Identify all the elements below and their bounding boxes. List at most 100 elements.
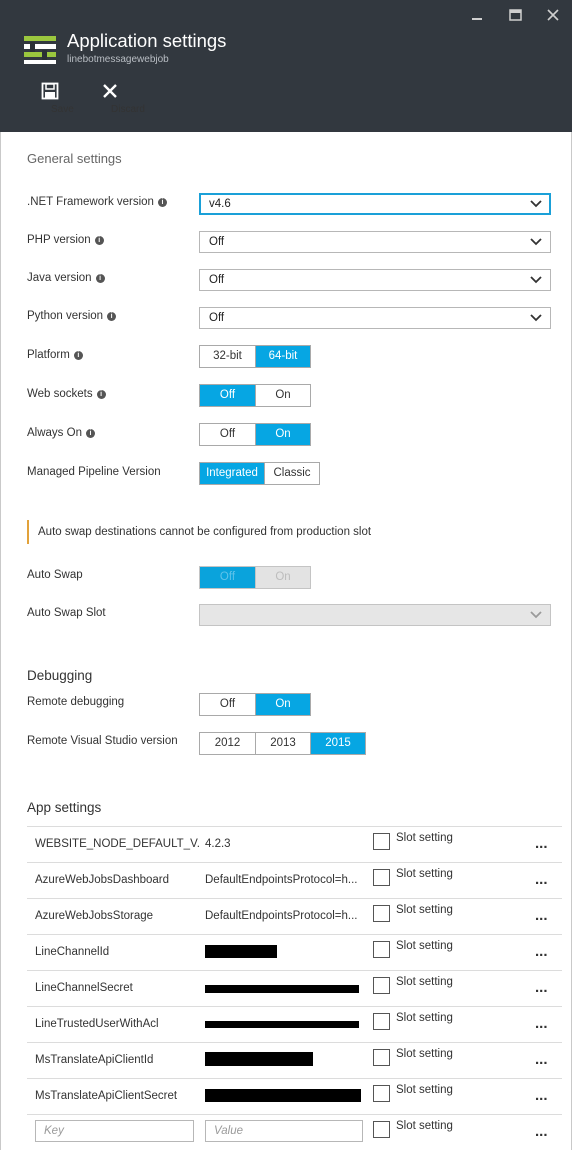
more-icon[interactable]: ... [535,1015,548,1032]
pipeline-integrated-option[interactable]: Integrated [200,463,264,484]
setting-key[interactable]: MsTranslateApiClientId [35,1054,199,1066]
more-icon[interactable]: ... [535,907,548,924]
minimize-icon[interactable] [458,0,496,30]
vs-version-2015-option[interactable]: 2015 [310,733,365,754]
app-settings-icon [24,36,56,64]
save-label: Save [51,104,74,115]
platform-32bit-option[interactable]: 32-bit [200,346,255,367]
table-row: AzureWebJobsDashboard DefaultEndpointsPr… [27,862,562,898]
table-row: MsTranslateApiClientId Slot setting ... [27,1042,562,1078]
slot-setting-checkbox[interactable] [373,1085,390,1102]
pipeline-classic-option[interactable]: Classic [264,463,319,484]
slot-setting-checkbox[interactable] [373,1049,390,1066]
chevron-down-icon [530,314,542,322]
pipeline-label: Managed Pipeline Version [27,466,161,478]
debugging-heading: Debugging [27,668,93,683]
close-icon [85,80,135,102]
info-icon[interactable]: i [107,312,117,321]
slot-setting-label: Slot setting [396,1012,453,1024]
chevron-down-icon [530,200,542,208]
setting-key[interactable]: WEBSITE_NODE_DEFAULT_V... [35,838,199,850]
new-value-input[interactable] [205,1120,363,1142]
vs-version-toggle: 2012 2013 2015 [199,732,366,755]
chevron-down-icon [530,238,542,246]
slot-setting-checkbox[interactable] [373,905,390,922]
remote-debugging-off-option[interactable]: Off [200,694,255,715]
auto-swap-on-option: On [255,567,310,588]
slot-setting-label: Slot setting [396,1084,453,1096]
auto-swap-slot-label: Auto Swap Slot [27,607,106,619]
table-row-new: Slot setting ... [27,1114,562,1150]
vs-version-2013-option[interactable]: 2013 [255,733,310,754]
setting-key[interactable]: MsTranslateApiClientSecret [35,1090,199,1102]
setting-key[interactable]: LineTrustedUserWithAcl [35,1018,199,1030]
java-version-select[interactable]: Off [199,269,551,291]
vs-version-label: Remote Visual Studio version [27,735,178,747]
always-on-on-option[interactable]: On [255,424,310,445]
setting-key[interactable]: LineChannelId [35,946,199,958]
always-on-label: Always On i [27,427,95,439]
remote-debugging-label: Remote debugging [27,696,125,708]
info-icon[interactable]: i [157,198,167,207]
slot-setting-checkbox[interactable] [373,941,390,958]
more-icon[interactable]: ... [535,943,548,960]
slot-setting-checkbox[interactable] [373,977,390,994]
save-button[interactable]: Save [25,80,75,115]
save-icon [25,80,75,102]
setting-value[interactable]: DefaultEndpointsProtocol=h... [205,910,367,922]
blade-title: Application settings [67,30,227,51]
setting-value[interactable]: DefaultEndpointsProtocol=h... [205,874,367,886]
php-version-value: Off [209,236,225,248]
more-icon[interactable]: ... [535,871,548,888]
always-on-off-option[interactable]: Off [200,424,255,445]
discard-button[interactable]: Discard [85,80,145,115]
more-icon[interactable]: ... [535,835,548,852]
web-sockets-on-option[interactable]: On [255,385,310,406]
net-framework-value: v4.6 [209,198,231,210]
close-icon[interactable] [534,0,572,30]
more-icon[interactable]: ... [535,1087,548,1104]
remote-debugging-on-option[interactable]: On [255,694,310,715]
chevron-down-icon [530,276,542,284]
auto-swap-label: Auto Swap [27,569,83,581]
setting-key[interactable]: AzureWebJobsDashboard [35,874,199,886]
setting-key[interactable]: AzureWebJobsStorage [35,910,199,922]
info-icon[interactable]: i [95,274,105,283]
info-icon[interactable]: i [85,429,95,438]
app-settings-heading: App settings [27,800,102,815]
table-row: LineChannelId Slot setting ... [27,934,562,970]
vs-version-2012-option[interactable]: 2012 [200,733,255,754]
maximize-icon[interactable] [496,0,534,30]
php-version-select[interactable]: Off [199,231,551,253]
net-framework-select[interactable]: v4.6 [199,193,551,215]
net-framework-label: .NET Framework version i [27,196,167,208]
blade-subtitle: linebotmessagewebjob [67,54,169,65]
platform-64bit-option[interactable]: 64-bit [255,346,310,367]
redacted-value [205,985,359,993]
setting-value[interactable]: 4.2.3 [205,838,367,850]
python-version-label: Python version i [27,310,117,322]
info-icon[interactable]: i [96,390,106,399]
web-sockets-label: Web sockets i [27,388,106,400]
more-icon[interactable]: ... [535,1123,548,1140]
slot-setting-checkbox[interactable] [373,869,390,886]
more-icon[interactable]: ... [535,1051,548,1068]
redacted-value [205,1021,359,1028]
slot-setting-label: Slot setting [396,940,453,952]
info-icon[interactable]: i [94,236,104,245]
web-sockets-off-option[interactable]: Off [200,385,255,406]
slot-setting-checkbox[interactable] [373,833,390,850]
auto-swap-toggle: Off On [199,566,311,589]
setting-key[interactable]: LineChannelSecret [35,982,199,994]
info-icon[interactable]: i [73,351,83,360]
new-key-input[interactable] [35,1120,194,1142]
python-version-select[interactable]: Off [199,307,551,329]
remote-debugging-toggle: Off On [199,693,311,716]
slot-setting-checkbox[interactable] [373,1013,390,1030]
slot-setting-checkbox[interactable] [373,1121,390,1138]
redacted-value [205,1052,313,1066]
table-row: MsTranslateApiClientSecret Slot setting … [27,1078,562,1114]
php-version-label: PHP version i [27,234,104,246]
more-icon[interactable]: ... [535,979,548,996]
window-controls [458,0,572,30]
